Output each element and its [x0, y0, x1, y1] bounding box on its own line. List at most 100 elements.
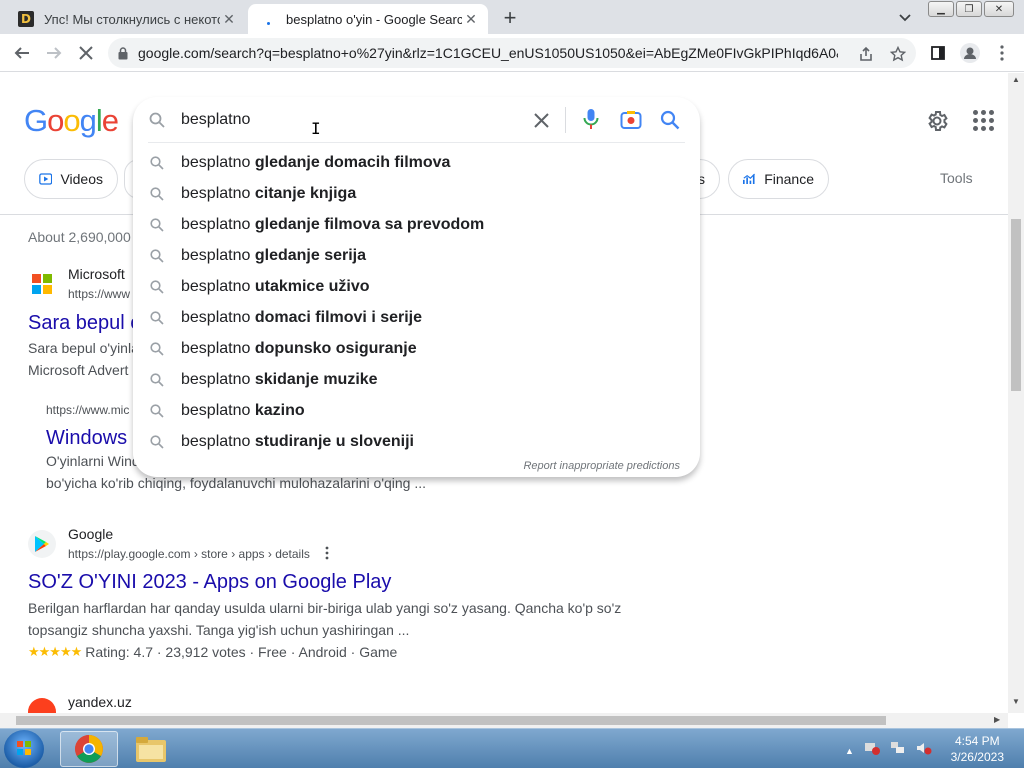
suggestion-prefix: besplatno [181, 308, 255, 326]
search-icon [133, 403, 181, 418]
suggestion-completion: gledanje domacih filmova [254, 153, 451, 171]
search-input-row[interactable]: besplatno [133, 97, 700, 143]
back-icon[interactable] [10, 41, 34, 65]
sublink-title-link[interactable]: Windows [46, 427, 127, 450]
search-icon [133, 341, 181, 356]
scrollbar-thumb[interactable] [1011, 219, 1021, 391]
suggestion-item[interactable]: besplatno kazino [133, 395, 700, 426]
suggestion-item[interactable]: besplatno dopunsko osiguranje [133, 333, 700, 364]
result-title-link[interactable]: SO'Z O'YINI 2023 - Apps on Google Play [28, 571, 391, 594]
google-results-page: Google Videos s Finance Tools About 2,69… [0, 73, 1008, 713]
suggestion-completion: dopunsko osiguranje [254, 339, 417, 357]
result-source: Microsoft [68, 266, 125, 282]
more-options-icon[interactable] [325, 546, 333, 560]
tab-close-icon[interactable]: ✕ [462, 10, 480, 28]
result-stats: About 2,690,000 [28, 229, 131, 245]
suggestion-completion: skidanje muzike [254, 370, 378, 388]
scrollbar-thumb[interactable] [16, 716, 886, 725]
horizontal-scrollbar[interactable]: ▶ [0, 713, 1008, 728]
yandex-icon [28, 698, 56, 713]
search-autocomplete-box: besplatno besplatno gledanje domacih fil… [133, 97, 700, 477]
vertical-scrollbar[interactable]: ▲ ▼ [1008, 73, 1024, 713]
result-snippet: Microsoft Advert [28, 362, 129, 378]
clock[interactable]: 4:54 PM 3/26/2023 [951, 733, 1004, 765]
tools-button[interactable]: Tools [940, 170, 973, 186]
minimize-icon[interactable]: ▁ [928, 1, 954, 17]
scroll-right-icon[interactable]: ▶ [994, 715, 1000, 724]
share-icon[interactable] [856, 44, 876, 64]
chip-label: Finance [764, 171, 814, 187]
search-submit-icon[interactable] [660, 110, 680, 130]
suggestion-item[interactable]: besplatno skidanje muzike [133, 364, 700, 395]
tab-active[interactable]: besplatno o'yin - Google Search ✕ [248, 4, 488, 34]
suggestion-item[interactable]: besplatno citanje knjiga [133, 178, 700, 209]
tab-close-icon[interactable]: ✕ [220, 10, 238, 28]
taskbar-explorer-icon[interactable] [122, 731, 180, 767]
sublink-url[interactable]: https://www.mic [46, 403, 129, 417]
report-predictions-link[interactable]: Report inappropriate predictions [523, 460, 680, 472]
result-snippet: Sara bepul o'yinla [28, 340, 139, 356]
tab-search-chevron-icon[interactable] [893, 8, 917, 28]
suggestion-completion: domaci filmovi i serije [254, 308, 423, 326]
result-snippet: topsangiz shuncha yaxshi. Tanga yig'ish … [28, 622, 410, 638]
suggestion-item[interactable]: besplatno gledanje serija [133, 240, 700, 271]
result-source: Google [68, 526, 114, 542]
taskbar-chrome-icon[interactable] [60, 731, 118, 767]
settings-gear-icon[interactable] [925, 109, 949, 133]
tab-inactive[interactable]: D Упс! Мы столкнулись с некоторыми ✕ [8, 4, 246, 34]
search-input[interactable]: besplatno [181, 111, 250, 129]
suggestion-item[interactable]: besplatno gledanje filmova sa prevodom [133, 209, 700, 240]
google-logo[interactable]: Google [24, 103, 119, 139]
clock-date: 3/26/2023 [950, 750, 1004, 764]
result-title-link[interactable]: Sara bepul o [28, 312, 141, 335]
restore-icon[interactable]: ❐ [956, 1, 982, 17]
suggestion-prefix: besplatno [181, 277, 255, 295]
volume-muted-icon[interactable] [916, 741, 932, 760]
suggestion-prefix: besplatno [181, 215, 255, 233]
address-bar[interactable]: google.com/search?q=besplatno+o%27yin&rl… [108, 38, 916, 68]
start-button-icon[interactable] [4, 730, 44, 768]
clear-search-icon[interactable] [534, 113, 549, 128]
loading-icon [260, 11, 276, 27]
chip-finance[interactable]: Finance [728, 159, 829, 199]
side-panel-icon[interactable] [926, 41, 950, 65]
scroll-down-icon[interactable]: ▼ [1012, 697, 1020, 706]
stop-loading-icon[interactable] [74, 41, 98, 65]
tray-expand-icon[interactable]: ▲ [845, 746, 854, 756]
network-icon[interactable] [890, 741, 906, 760]
close-window-icon[interactable]: ✕ [984, 1, 1014, 17]
profile-avatar-icon[interactable] [958, 41, 982, 65]
suggestion-item[interactable]: besplatno gledanje domacih filmova [133, 147, 700, 178]
forward-icon[interactable] [42, 41, 66, 65]
bookmark-star-icon[interactable] [888, 44, 908, 64]
result-url[interactable]: https://www [68, 287, 130, 301]
tab-title: Упс! Мы столкнулись с некоторыми [44, 11, 220, 27]
tab-title: besplatno o'yin - Google Search [286, 11, 462, 27]
new-tab-icon[interactable]: + [498, 5, 522, 30]
result-url[interactable]: https://play.google.com › store › apps ›… [68, 547, 310, 561]
search-icon [133, 186, 181, 201]
suggestion-prefix: besplatno [181, 184, 255, 202]
menu-kebab-icon[interactable] [990, 41, 1014, 65]
suggestion-prefix: besplatno [181, 401, 255, 419]
browser-toolbar: google.com/search?q=besplatno+o%27yin&rl… [0, 34, 1024, 72]
suggestion-item[interactable]: besplatno studiranje u sloveniji [133, 426, 700, 457]
result-source: yandex.uz [68, 694, 132, 710]
lock-icon[interactable] [108, 46, 138, 60]
suggestion-completion: citanje knjiga [254, 184, 357, 202]
search-icon [133, 217, 181, 232]
suggestion-item[interactable]: besplatno utakmice uživo [133, 271, 700, 302]
voice-search-mic-icon[interactable] [583, 108, 599, 130]
lens-camera-icon[interactable] [620, 110, 642, 130]
network-warning-icon[interactable] [864, 741, 880, 760]
suggestion-completion: gledanje filmova sa prevodom [254, 215, 485, 233]
suggestion-prefix: besplatno [181, 339, 255, 357]
chip-videos[interactable]: Videos [24, 159, 118, 199]
suggestion-completion: kazino [254, 401, 305, 419]
rating-stars-icon: ★★★★★ [28, 644, 82, 659]
google-play-icon [28, 530, 56, 558]
scroll-up-icon[interactable]: ▲ [1012, 75, 1020, 84]
google-apps-grid-icon[interactable] [973, 110, 995, 132]
suggestion-prefix: besplatno [181, 432, 255, 450]
suggestion-item[interactable]: besplatno domaci filmovi i serije [133, 302, 700, 333]
